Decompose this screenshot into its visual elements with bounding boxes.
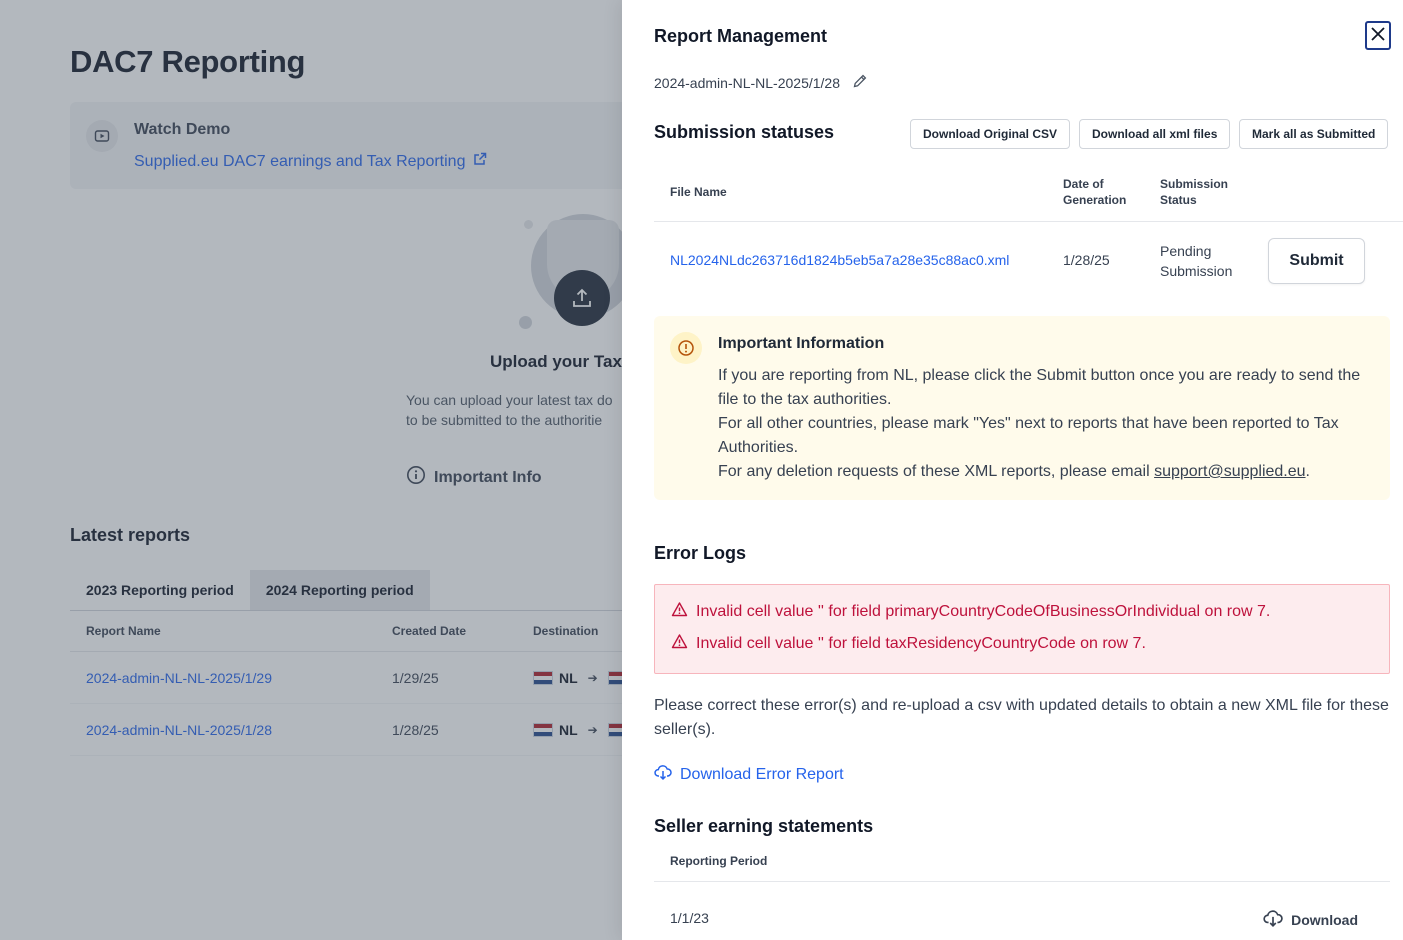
xml-file-link[interactable]: NL2024NLdc263716d1824b5eb5a7a28e35c88ac0… — [670, 252, 1009, 268]
error-log-text: Invalid cell value '' for field primaryC… — [696, 603, 1271, 620]
column-label-line: Status — [1160, 193, 1197, 207]
important-information-title: Important Information — [718, 335, 885, 352]
error-logs-box: Invalid cell value '' for field primaryC… — [654, 584, 1390, 674]
download-statement-button[interactable]: Download — [1263, 908, 1358, 931]
generation-date: 1/28/25 — [1063, 252, 1110, 268]
error-log-text: Invalid cell value '' for field taxResid… — [696, 635, 1146, 652]
drawer-title: Report Management — [654, 26, 828, 46]
column-date-of-generation: Date of Generation — [1063, 176, 1126, 208]
error-log-item: Invalid cell value '' for field primaryC… — [671, 601, 1270, 623]
submission-table-header: File Name Date of Generation Submission … — [654, 168, 1403, 222]
important-information-box: Important Information If you are reporti… — [654, 316, 1390, 500]
seller-earning-statements-title: Seller earning statements — [654, 816, 874, 836]
table-row: 1/1/23 Download — [654, 882, 1390, 940]
warning-triangle-icon — [671, 633, 688, 655]
close-icon — [1370, 26, 1386, 45]
download-original-csv-button[interactable]: Download Original CSV — [910, 119, 1071, 149]
download-all-xml-button[interactable]: Download all xml files — [1079, 119, 1231, 149]
info-text: For all other countries, please mark "Ye… — [718, 415, 1339, 456]
submission-statuses-title: Submission statuses — [654, 122, 835, 142]
error-help-text: Please correct these error(s) and re-upl… — [654, 697, 1389, 738]
reporting-period: 1/1/23 — [670, 910, 709, 926]
download-label: Download — [1291, 911, 1358, 928]
status-line: Pending — [1160, 243, 1212, 259]
pencil-edit-icon[interactable] — [852, 73, 868, 92]
report-name: 2024-admin-NL-NL-2025/1/28 — [654, 74, 840, 91]
column-file-name: File Name — [670, 185, 727, 199]
column-label-line: Generation — [1063, 193, 1127, 207]
submission-status: Pending Submission — [1160, 241, 1250, 281]
submit-button[interactable]: Submit — [1268, 238, 1365, 284]
download-error-report-label: Download Error Report — [680, 765, 844, 783]
important-information-body: If you are reporting from NL, please cli… — [718, 364, 1378, 484]
cloud-download-icon — [1263, 908, 1283, 931]
cloud-download-icon — [654, 763, 672, 786]
column-label-line: Date of — [1063, 177, 1104, 191]
column-submission-status: Submission Status — [1160, 176, 1228, 208]
download-error-report-link[interactable]: Download Error Report — [654, 763, 844, 786]
close-button[interactable] — [1365, 21, 1391, 50]
info-text: If you are reporting from NL, please cli… — [718, 367, 1361, 408]
info-text: For any deletion requests of these XML r… — [718, 460, 1378, 484]
error-logs-title: Error Logs — [654, 543, 747, 563]
report-name-row: 2024-admin-NL-NL-2025/1/28 — [654, 73, 868, 92]
column-reporting-period: Reporting Period — [670, 854, 768, 868]
info-text-suffix: . — [1305, 463, 1310, 480]
column-label-line: Submission — [1160, 177, 1229, 191]
support-email-link[interactable]: support@supplied.eu — [1154, 463, 1305, 480]
info-text-prefix: For any deletion requests of these XML r… — [718, 463, 1155, 480]
seller-table-header: Reporting Period — [654, 846, 1390, 882]
warning-triangle-icon — [671, 601, 688, 623]
error-log-item: Invalid cell value '' for field taxResid… — [671, 633, 1146, 655]
alert-circle-icon — [670, 332, 702, 364]
table-row: NL2024NLdc263716d1824b5eb5a7a28e35c88ac0… — [654, 222, 1403, 300]
mark-all-submitted-button[interactable]: Mark all as Submitted — [1239, 119, 1389, 149]
status-line: Submission — [1160, 263, 1233, 279]
report-management-drawer: Report Management 2024-admin-NL-NL-2025/… — [622, 0, 1403, 940]
